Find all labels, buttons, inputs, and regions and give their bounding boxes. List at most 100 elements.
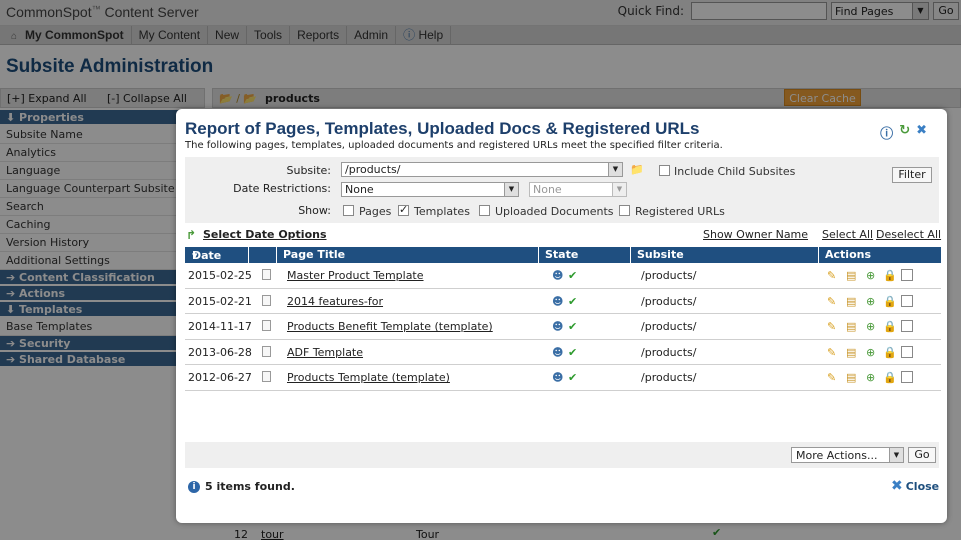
chevron-down-icon: ▼: [608, 163, 622, 176]
subsite-label: Subsite:: [286, 164, 331, 177]
show-templates-label: Templates: [414, 205, 470, 218]
column-divider: [538, 247, 539, 263]
document-icon: [262, 371, 271, 383]
subsite-value: /products/: [345, 163, 401, 176]
add-icon[interactable]: ⊕: [866, 320, 875, 333]
add-icon[interactable]: ⊕: [866, 346, 875, 359]
sort-down-icon: ▾: [192, 249, 198, 262]
row-title-link[interactable]: Products Template (template): [287, 371, 450, 384]
more-actions-select[interactable]: More Actions... ▼: [791, 447, 904, 463]
document-icon: [262, 345, 271, 357]
refresh-icon[interactable]: ↻: [899, 123, 910, 142]
date-restriction-select[interactable]: None ▼: [341, 182, 519, 197]
chevron-down-icon: ▼: [504, 183, 518, 196]
row-title-link[interactable]: ADF Template: [287, 346, 363, 359]
edit-icon[interactable]: ✎: [827, 295, 836, 308]
dialog-subtitle: The following pages, templates, uploaded…: [185, 140, 723, 151]
row-date: 2014-11-17: [188, 320, 252, 334]
show-registered-label: Registered URLs: [635, 205, 725, 218]
lock-icon[interactable]: 🔒: [883, 320, 897, 333]
row-checkbox[interactable]: [901, 294, 913, 307]
deselect-all-link[interactable]: Deselect All: [876, 228, 941, 241]
show-registered-checkbox[interactable]: [619, 205, 630, 216]
show-pages-checkbox[interactable]: [343, 205, 354, 216]
add-icon[interactable]: ⊕: [866, 371, 875, 384]
column-divider: [818, 247, 819, 263]
document-icon: [262, 320, 271, 332]
date-restriction-value: None: [345, 183, 374, 196]
row-subsite: /products/: [641, 294, 697, 308]
table-row: 2013-06-28 ADF Template ☻ ✔ /products/ ✎…: [185, 339, 941, 366]
edit-icon[interactable]: ✎: [827, 320, 836, 333]
row-date: 2012-06-27: [188, 371, 252, 385]
row-title-link[interactable]: Master Product Template: [287, 269, 424, 282]
show-templates-checkbox[interactable]: [398, 203, 409, 216]
close-icon[interactable]: ✖: [916, 123, 927, 142]
lock-icon[interactable]: 🔒: [883, 346, 897, 359]
lock-icon[interactable]: 🔒: [883, 269, 897, 282]
check-icon: ✔: [568, 371, 578, 385]
report-dialog: Report of Pages, Templates, Uploaded Doc…: [176, 109, 947, 523]
status-message: i 5 items found.: [188, 480, 295, 493]
document-icon: [262, 294, 271, 306]
check-icon: ✔: [568, 320, 578, 334]
filter-panel: Subsite: /products/ ▼ 📁 Include Child Sub…: [185, 157, 939, 223]
dialog-title: Report of Pages, Templates, Uploaded Doc…: [185, 119, 700, 138]
table-row: 2015-02-21 2014 features-for ☻ ✔ /produc…: [185, 288, 941, 315]
column-divider: [248, 247, 249, 263]
column-state[interactable]: State: [545, 248, 578, 261]
date-restriction-select-2[interactable]: None ▼: [529, 182, 627, 197]
user-icon: ☻: [552, 294, 564, 308]
chevron-down-icon: ▼: [612, 183, 626, 196]
include-child-checkbox[interactable]: [659, 165, 670, 176]
select-all-link[interactable]: Select All: [822, 228, 873, 241]
lock-icon[interactable]: 🔒: [883, 371, 897, 384]
properties-icon[interactable]: ▤: [846, 269, 856, 282]
date-restrictions-label: Date Restrictions:: [233, 182, 331, 195]
select-date-options-link[interactable]: Select Date Options: [203, 228, 327, 241]
row-checkbox[interactable]: [901, 345, 913, 358]
row-subsite: /products/: [641, 371, 697, 385]
more-actions-go-button[interactable]: Go: [908, 447, 936, 463]
lock-icon[interactable]: 🔒: [883, 295, 897, 308]
show-owner-name-link[interactable]: Show Owner Name: [703, 228, 808, 241]
row-subsite: /products/: [641, 345, 697, 359]
row-checkbox[interactable]: [901, 320, 913, 333]
user-icon: ☻: [552, 269, 564, 282]
close-label: Close: [905, 479, 940, 493]
column-divider: [276, 247, 277, 263]
show-pages-label: Pages: [359, 205, 392, 218]
subsite-select[interactable]: /products/ ▼: [341, 162, 623, 177]
folder-search-icon[interactable]: 📁: [630, 163, 644, 176]
help-icon[interactable]: ⓘ: [880, 123, 893, 142]
row-title-link[interactable]: 2014 features-for: [287, 295, 383, 308]
row-date: 2015-02-21: [188, 294, 252, 308]
info-icon: i: [188, 480, 200, 493]
column-divider: [630, 247, 631, 263]
row-title-link[interactable]: Products Benefit Template (template): [287, 320, 493, 333]
row-date: 2013-06-28: [188, 345, 252, 359]
include-child-label: Include Child Subsites: [674, 165, 796, 178]
table-row: 2014-11-17 Products Benefit Template (te…: [185, 314, 941, 340]
properties-icon[interactable]: ▤: [846, 320, 856, 333]
add-icon[interactable]: ⊕: [866, 269, 875, 282]
edit-icon[interactable]: ✎: [827, 269, 836, 282]
row-checkbox[interactable]: [901, 269, 913, 281]
add-icon[interactable]: ⊕: [866, 295, 875, 308]
table-row: 2012-06-27 Products Template (template) …: [185, 365, 941, 391]
close-icon: ✖: [891, 478, 903, 494]
show-uploaded-checkbox[interactable]: [479, 205, 490, 216]
properties-icon[interactable]: ▤: [846, 371, 856, 384]
document-icon: [262, 269, 271, 280]
table-header: Date ▾ Page Title State Subsite Actions: [185, 247, 941, 263]
close-button[interactable]: ✖ Close: [891, 478, 939, 494]
column-page-title[interactable]: Page Title: [283, 248, 345, 261]
edit-icon[interactable]: ✎: [827, 371, 836, 384]
properties-icon[interactable]: ▤: [846, 295, 856, 308]
properties-icon[interactable]: ▤: [846, 346, 856, 359]
edit-icon[interactable]: ✎: [827, 346, 836, 359]
filter-button[interactable]: Filter: [892, 167, 932, 183]
row-checkbox[interactable]: [901, 371, 913, 384]
row-date: 2015-02-25: [188, 269, 252, 282]
column-subsite[interactable]: Subsite: [637, 248, 684, 261]
